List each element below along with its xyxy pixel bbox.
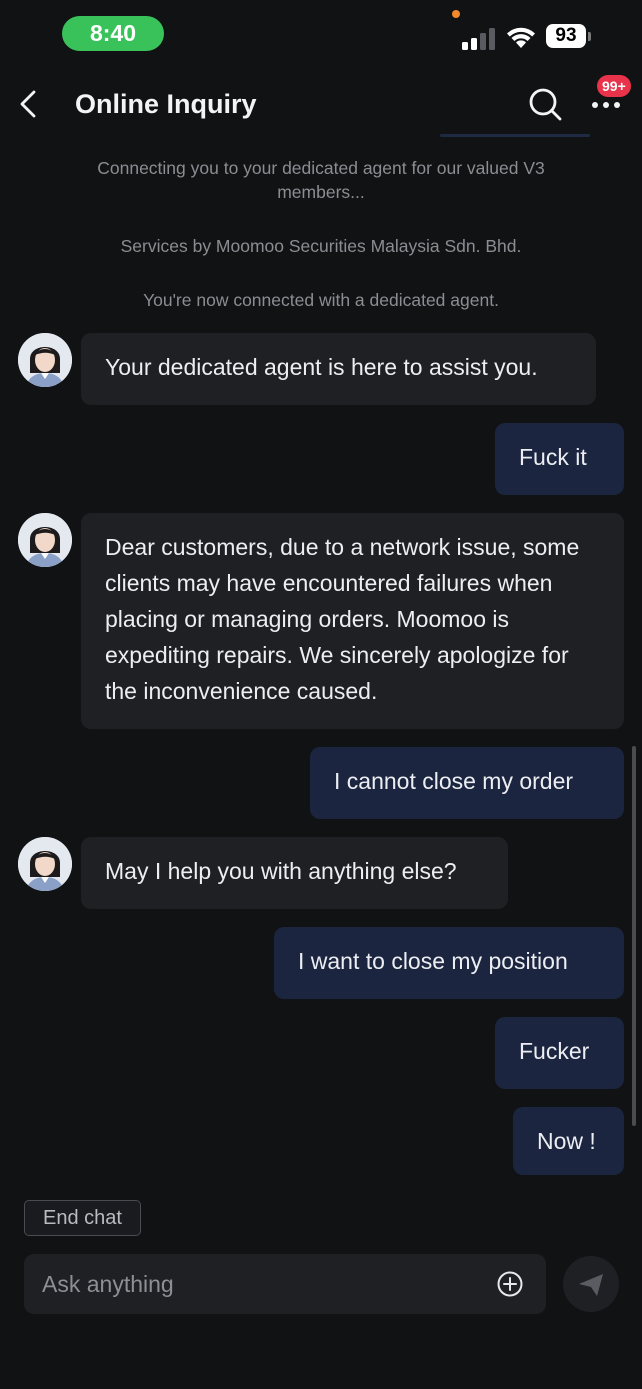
agent-avatar[interactable] [18,837,72,891]
user-message[interactable]: Now ! [513,1107,624,1175]
agent-avatar-icon [18,837,72,891]
chevron-left-icon[interactable] [12,84,46,124]
cellular-signal-icon [462,28,495,50]
user-message[interactable]: I cannot close my order [310,747,624,819]
user-message[interactable]: Fucker [495,1017,624,1089]
battery-level: 93 [546,24,586,48]
agent-avatar-icon [18,333,72,387]
search-icon[interactable] [526,85,564,123]
agent-avatar-icon [18,513,72,567]
end-chat-button[interactable]: End chat [24,1200,141,1236]
status-time: 8:40 [62,16,164,51]
user-message[interactable]: Fuck it [495,423,624,495]
user-message[interactable]: I want to close my position [274,927,624,999]
chat-scrollbar[interactable] [632,746,636,1126]
system-note-connecting: Connecting you to your dedicated agent f… [97,158,545,202]
agent-message[interactable]: Dear customers, due to a network issue, … [81,513,624,729]
status-bar: 8:40 93 [0,0,642,70]
send-paper-plane-icon [579,1274,603,1296]
agent-message[interactable]: Your dedicated agent is here to assist y… [81,333,596,405]
header-divider [440,134,590,137]
battery-indicator: 93 [546,24,591,50]
message-input[interactable] [42,1254,482,1314]
plus-circle-icon[interactable] [496,1270,524,1298]
system-note-connected: You're now connected with a dedicated ag… [143,290,499,310]
message-input-box[interactable] [24,1254,546,1314]
agent-message[interactable]: May I help you with anything else? [81,837,508,909]
agent-avatar[interactable] [18,333,72,387]
wifi-icon [507,27,535,48]
privacy-indicator-dot [452,10,460,18]
send-button[interactable] [563,1256,619,1312]
agent-avatar[interactable] [18,513,72,567]
notification-badge: 99+ [597,75,631,97]
chat-area[interactable]: Connecting you to your dedicated agent f… [0,140,642,1185]
header-bar: Online Inquiry [0,70,642,138]
page-title: Online Inquiry [75,89,257,119]
battery-cap [588,32,591,41]
system-note-services: Services by Moomoo Securities Malaysia S… [120,236,522,256]
